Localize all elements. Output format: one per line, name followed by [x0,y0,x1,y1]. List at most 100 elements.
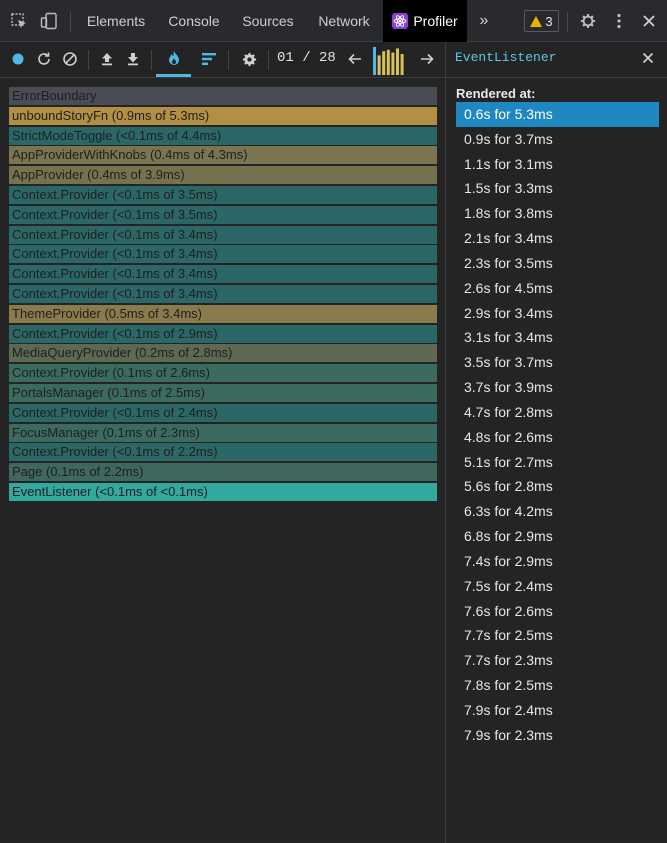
devtools-tab-bar: Elements Console Sources Network Profile… [0,0,667,42]
selected-fiber-sidebar: EventListener Rendered at: 0.6s for 5.3m… [445,42,667,843]
commit-bar[interactable] [396,48,399,75]
render-item[interactable]: 5.1s for 2.7ms [456,450,659,475]
flame-row[interactable]: ThemeProvider (0.5ms of 3.4ms) [9,304,437,323]
sidebar-header: EventListener [446,42,667,78]
commit-bar[interactable] [386,49,390,75]
toolbar-divider [228,50,229,70]
render-item[interactable]: 1.5s for 3.3ms [456,176,659,201]
render-item[interactable]: 7.7s for 2.3ms [456,648,659,673]
toolbar-divider [151,50,152,70]
render-item[interactable]: 2.9s for 3.4ms [456,301,659,326]
flame-row[interactable]: Context.Provider (<0.1ms of 2.9ms) [9,324,437,343]
tab-label: Profiler [413,13,458,29]
more-options-icon[interactable] [609,0,629,42]
flame-row[interactable]: Context.Provider (<0.1ms of 3.4ms) [9,265,437,284]
render-item[interactable]: 3.5s for 3.7ms [456,350,659,375]
flame-row[interactable]: AppProviderWithKnobs (0.4ms of 4.3ms) [9,146,437,165]
flame-row[interactable]: Context.Provider (0.1ms of 2.6ms) [9,364,437,383]
commit-bar[interactable] [373,47,376,75]
next-commit-button[interactable] [416,42,438,76]
flame-row[interactable]: unboundStoryFn (0.9ms of 5.3ms) [9,106,437,125]
render-item[interactable]: 0.9s for 3.7ms [456,127,659,152]
flamegraph-panel: ErrorBoundary unboundStoryFn (0.9ms of 5.… [0,78,445,843]
commit-bar[interactable] [377,55,381,75]
render-item[interactable]: 6.3s for 4.2ms [456,499,659,524]
more-tabs-chevron-icon[interactable]: » [474,0,494,42]
render-item[interactable]: 7.9s for 2.3ms [456,723,659,748]
load-profile-button[interactable] [96,42,118,76]
render-item[interactable]: 7.7s for 2.5ms [456,623,659,648]
render-item[interactable]: 7.6s for 2.6ms [456,599,659,624]
warnings-badge[interactable]: 3 [524,10,559,32]
record-button[interactable] [8,42,28,76]
ranked-icon [202,53,216,65]
tab-network[interactable]: Network [309,0,379,42]
save-profile-button[interactable] [122,42,144,76]
close-sidebar-button[interactable] [638,48,658,68]
flame-row[interactable]: EventListener (<0.1ms of <0.1ms) [9,483,437,501]
render-list: 0.6s for 5.3ms 0.9s for 3.7ms 1.1s for 3.1… [456,102,659,748]
device-toggle-icon[interactable] [38,0,60,42]
close-devtools-icon[interactable] [638,0,660,42]
tab-console[interactable]: Console [160,0,228,42]
inspect-element-icon[interactable] [8,0,30,42]
commit-counter: 01 / 28 [277,50,336,66]
tab-elements[interactable]: Elements [80,0,152,42]
gear-icon [242,52,256,66]
render-item[interactable]: 2.6s for 4.5ms [456,276,659,301]
flamegraph-chart-tab[interactable] [156,42,191,77]
flame-row[interactable]: AppProvider (0.4ms of 3.9ms) [9,166,437,185]
settings-gear-icon[interactable] [577,0,599,42]
commit-selector-chart[interactable] [372,45,406,75]
flame-row[interactable]: Context.Provider (<0.1ms of 2.4ms) [9,403,437,422]
flame-row[interactable]: PortalsManager (0.1ms of 2.5ms) [9,384,437,402]
render-item[interactable]: 7.9s for 2.4ms [456,698,659,723]
flame-row[interactable]: FocusManager (0.1ms of 2.3ms) [9,423,437,442]
flame-icon [168,51,179,65]
tab-label: Elements [86,13,146,29]
react-icon [392,13,409,29]
render-item[interactable]: 4.7s for 2.8ms [456,400,659,425]
render-item[interactable]: 7.8s for 2.5ms [456,673,659,698]
render-item[interactable]: 1.8s for 3.8ms [456,201,659,226]
flame-row[interactable]: Context.Provider (<0.1ms of 3.5ms) [9,186,437,204]
reload-icon [38,52,50,65]
profiler-settings-button[interactable] [237,42,261,76]
render-item[interactable]: 3.1s for 3.4ms [456,325,659,350]
flame-row[interactable]: ErrorBoundary [9,87,437,105]
flame-row[interactable]: Context.Provider (<0.1ms of 3.4ms) [9,285,437,303]
flame-row[interactable]: Context.Provider (<0.1ms of 3.4ms) [9,245,437,264]
render-item[interactable]: 3.7s for 3.9ms [456,375,659,400]
commit-bar[interactable] [400,54,404,75]
tab-divider [70,12,71,32]
clear-profile-button[interactable] [59,42,81,76]
upload-icon [102,53,112,66]
render-item[interactable]: 0.6s for 5.3ms [456,102,659,127]
render-item[interactable]: 2.1s for 3.4ms [456,226,659,251]
profiler-toolbar: 01 / 28 [0,42,445,78]
commit-bar[interactable] [391,52,395,75]
arrow-left-icon [348,53,361,65]
tab-label: Console [168,13,220,29]
download-icon [128,53,138,66]
reload-and-profile-button[interactable] [33,42,55,76]
render-item[interactable]: 1.1s for 3.1ms [456,152,659,177]
render-item[interactable]: 6.8s for 2.9ms [456,524,659,549]
flame-row[interactable]: Context.Provider (<0.1ms of 3.5ms) [9,205,437,224]
flame-row[interactable]: StrictModeToggle (<0.1ms of 4.4ms) [9,126,437,145]
flame-row[interactable]: Page (0.1ms of 2.2ms) [9,463,437,482]
render-item[interactable]: 2.3s for 3.5ms [456,251,659,276]
render-item[interactable]: 7.4s for 2.9ms [456,549,659,574]
flame-row[interactable]: Context.Provider (<0.1ms of 3.4ms) [9,225,437,244]
render-item[interactable]: 7.5s for 2.4ms [456,574,659,599]
flame-row[interactable]: Context.Provider (<0.1ms of 2.2ms) [9,443,437,462]
ranked-chart-tab[interactable] [197,42,221,76]
render-item[interactable]: 5.6s for 2.8ms [456,474,659,499]
commit-bar[interactable] [382,51,386,75]
previous-commit-button[interactable] [344,42,366,76]
render-item[interactable]: 4.8s for 2.6ms [456,425,659,450]
tab-label: Sources [242,13,294,29]
tab-sources[interactable]: Sources [236,0,300,42]
tab-profiler[interactable]: Profiler [383,0,467,42]
flame-row[interactable]: MediaQueryProvider (0.2ms of 2.8ms) [9,344,437,363]
